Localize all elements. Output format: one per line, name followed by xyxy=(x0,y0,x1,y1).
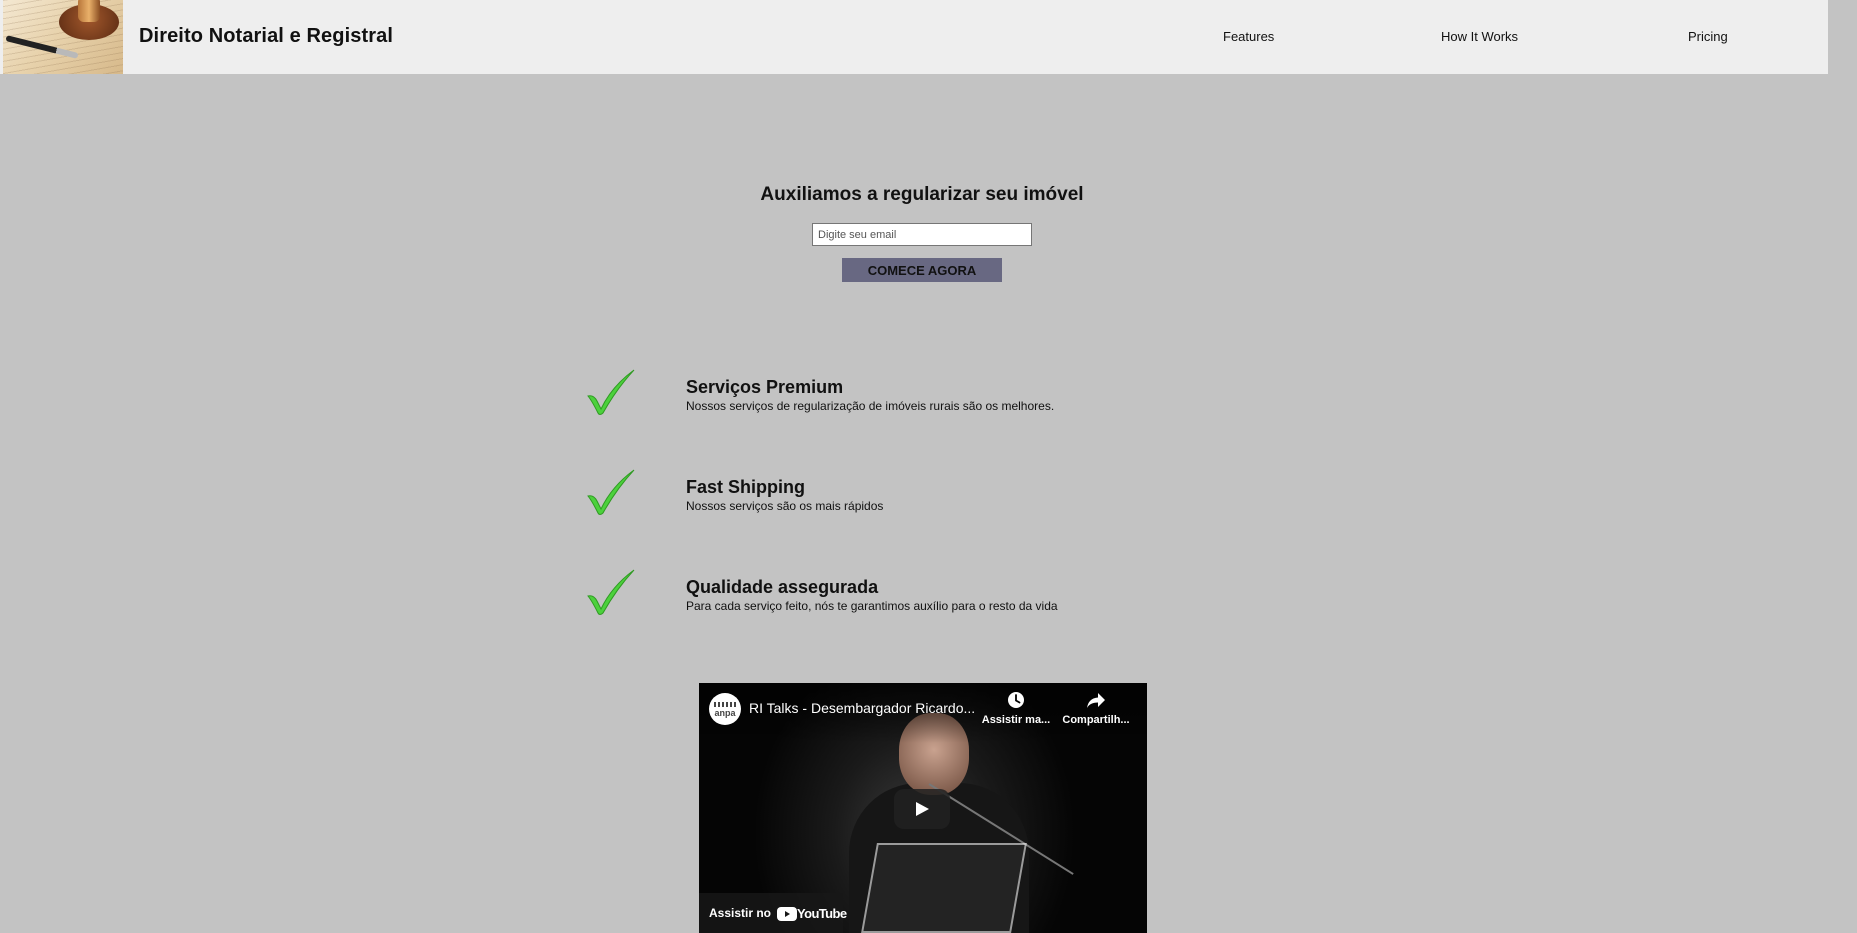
checkmark-icon xyxy=(587,569,635,615)
watch-on-youtube-button[interactable]: Assistir no YouTube xyxy=(699,893,847,933)
youtube-video-embed[interactable]: anpa RI Talks - Desembargador Ricardo...… xyxy=(699,683,1147,933)
feature-description: Para cada serviço feito, nós te garantim… xyxy=(686,599,1058,613)
video-thumbnail-podium xyxy=(861,843,1027,933)
checkmark-icon xyxy=(587,469,635,515)
logo-image[interactable] xyxy=(3,0,123,74)
feature-item-fast-shipping: Fast Shipping Nossos serviços são os mai… xyxy=(580,468,1180,528)
play-icon xyxy=(916,802,929,816)
youtube-logo-icon xyxy=(777,907,797,921)
nav-link-features[interactable]: Features xyxy=(1223,29,1274,44)
play-button[interactable] xyxy=(894,789,950,829)
feature-title: Serviços Premium xyxy=(686,377,844,397)
nav-link-how-it-works[interactable]: How It Works xyxy=(1441,29,1518,44)
site-title: Direito Notarial e Registral xyxy=(139,25,393,47)
youtube-wordmark: YouTube xyxy=(797,906,847,921)
feature-description: Nossos serviços de regularização de imóv… xyxy=(686,399,1055,413)
channel-avatar-text: anpa xyxy=(714,708,736,718)
hero-title: Auxiliamos a regularizar seu imóvel xyxy=(760,184,1084,205)
clock-icon xyxy=(1008,692,1024,708)
feature-title: Fast Shipping xyxy=(686,477,805,497)
share-label: Compartilh... xyxy=(1062,714,1130,726)
nav-link-pricing[interactable]: Pricing xyxy=(1688,29,1728,44)
watch-on-label: Assistir no xyxy=(709,906,772,920)
email-input[interactable] xyxy=(812,223,1032,246)
video-title-link[interactable]: RI Talks - Desembargador Ricardo... xyxy=(749,700,979,716)
start-now-button[interactable]: COMECE AGORA xyxy=(842,258,1002,282)
feature-item-quality: Qualidade assegurada Para cada serviço f… xyxy=(580,568,1180,628)
site-header: Direito Notarial e Registral Features Ho… xyxy=(0,0,1828,74)
feature-item-premium: Serviços Premium Nossos serviços de regu… xyxy=(580,368,1180,428)
watch-later-label: Assistir ma... xyxy=(981,714,1051,726)
logo-seal-handle xyxy=(78,0,100,22)
share-button[interactable]: Compartilh... xyxy=(1061,691,1131,726)
watch-later-button[interactable]: Assistir ma... xyxy=(981,691,1051,726)
share-arrow-icon xyxy=(1087,693,1105,708)
channel-avatar[interactable]: anpa xyxy=(709,693,741,725)
feature-title: Qualidade assegurada xyxy=(686,577,879,597)
checkmark-icon xyxy=(587,369,635,415)
feature-description: Nossos serviços são os mais rápidos xyxy=(686,499,884,513)
